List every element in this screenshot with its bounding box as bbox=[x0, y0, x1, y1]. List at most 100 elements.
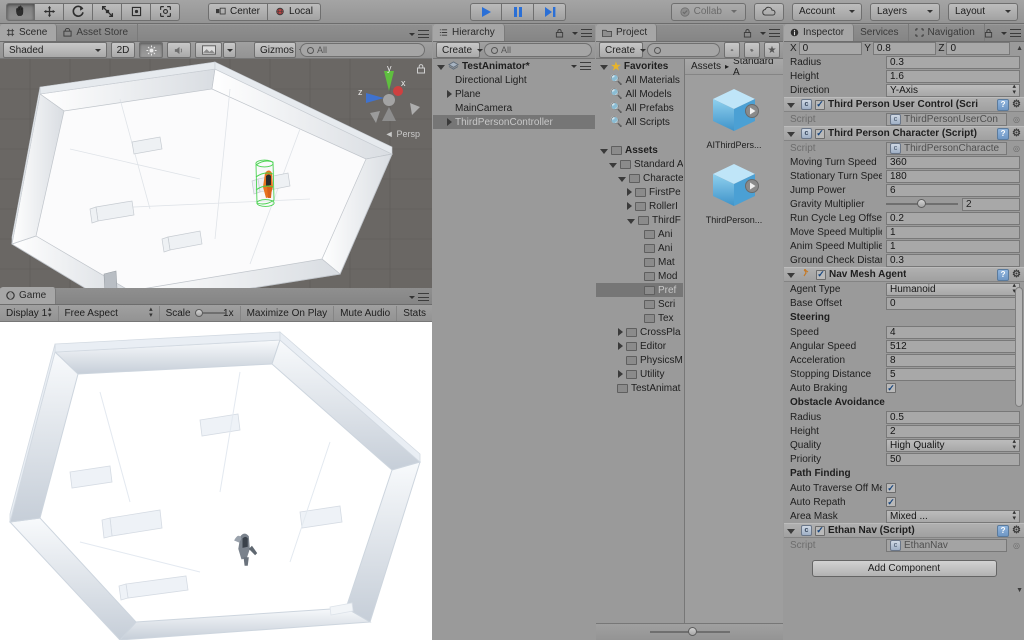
scroll-down-arrow-icon[interactable]: ▼ bbox=[1016, 587, 1023, 594]
tab-services[interactable]: Services bbox=[854, 24, 909, 41]
field-row-jump-power[interactable]: Jump Power 6 bbox=[784, 183, 1024, 197]
hierarchy-create-button[interactable]: Create bbox=[436, 42, 484, 58]
pivot-mode-button[interactable]: Center bbox=[208, 2, 268, 21]
field-row-height[interactable]: Height 2 bbox=[784, 424, 1024, 438]
object-field[interactable]: c EthanNav bbox=[886, 538, 1008, 552]
asset-item[interactable]: AIThirdPers... bbox=[685, 85, 783, 150]
field-row-angular-speed[interactable]: Angular Speed 512 bbox=[784, 339, 1024, 353]
project-tree-item-pref[interactable]: Pref bbox=[596, 283, 683, 297]
maximize-on-play-toggle[interactable]: Maximize On Play bbox=[241, 305, 335, 321]
project-tree-item-tex[interactable]: Tex bbox=[596, 311, 683, 325]
field-row-area-mask[interactable]: Area Mask Mixed ... ▴ ▾ bbox=[784, 509, 1024, 523]
tab-project[interactable]: Project bbox=[596, 24, 658, 41]
z-field[interactable]: 0 bbox=[946, 42, 1010, 55]
text-field[interactable]: 2 bbox=[886, 424, 1020, 438]
field-row-speed[interactable]: Speed 4 bbox=[784, 325, 1024, 339]
project-tree-item-firstpe[interactable]: FirstPe bbox=[596, 185, 683, 199]
text-field[interactable]: 8 bbox=[886, 353, 1020, 367]
collapse-arrow-icon[interactable] bbox=[787, 103, 795, 108]
favorite-item-all-prefabs[interactable]: 🔍 All Prefabs bbox=[596, 101, 683, 115]
scene-lighting-toggle[interactable] bbox=[139, 42, 163, 58]
scene-panel-menu[interactable] bbox=[404, 30, 429, 38]
expand-arrow-icon[interactable] bbox=[627, 188, 632, 196]
project-tree-item-crosspla[interactable]: CrossPla bbox=[596, 325, 683, 339]
slider-knob[interactable] bbox=[687, 627, 697, 636]
favorite-item-all-scripts[interactable]: 🔍 All Scripts bbox=[596, 115, 683, 129]
project-tree-item-physicsm[interactable]: PhysicsM bbox=[596, 353, 683, 367]
checkbox[interactable] bbox=[886, 483, 896, 493]
collapse-arrow-icon[interactable] bbox=[787, 529, 795, 534]
tab-inspector[interactable]: Inspector bbox=[784, 24, 855, 41]
expand-arrow-icon[interactable] bbox=[437, 64, 445, 70]
expand-arrow-icon[interactable] bbox=[627, 218, 635, 224]
field-row-radius[interactable]: Radius 0.3 bbox=[784, 55, 1024, 69]
field-row-ground-check-distanc[interactable]: Ground Check Distanc 0.3 bbox=[784, 253, 1024, 267]
project-tree-item-ani[interactable]: Ani bbox=[596, 227, 683, 241]
y-field[interactable]: 0.8 bbox=[872, 42, 937, 55]
scene-fx-toggle[interactable] bbox=[195, 42, 222, 58]
text-field[interactable]: 180 bbox=[886, 169, 1020, 183]
help-icon[interactable]: ? bbox=[997, 524, 1010, 537]
layers-button[interactable]: Layers bbox=[870, 2, 940, 21]
project-tree-item-utility[interactable]: Utility bbox=[596, 367, 683, 381]
field-row-quality[interactable]: Quality High Quality ▴ ▾ bbox=[784, 438, 1024, 452]
project-tree-item-standard-as[interactable]: Standard As bbox=[596, 157, 683, 171]
tab-game[interactable]: Game bbox=[0, 287, 57, 304]
lock-icon[interactable] bbox=[555, 28, 564, 38]
assets-root-row[interactable]: Assets bbox=[596, 143, 683, 157]
field-row-auto-repath[interactable]: Auto Repath bbox=[784, 495, 1024, 509]
scene-audio-toggle[interactable] bbox=[167, 42, 191, 58]
draw-mode-dropdown[interactable]: Shaded bbox=[3, 42, 107, 58]
popup-field[interactable]: Mixed ... ▴ ▾ bbox=[886, 509, 1020, 523]
popup-field[interactable]: High Quality ▴ ▾ bbox=[886, 438, 1020, 452]
scroll-up-arrow-icon[interactable]: ▲ bbox=[1016, 45, 1023, 52]
component-enabled-checkbox[interactable] bbox=[816, 269, 826, 280]
pause-button[interactable] bbox=[502, 2, 534, 21]
text-field[interactable]: 0.5 bbox=[886, 410, 1020, 424]
text-field[interactable]: 4 bbox=[886, 325, 1020, 339]
text-field[interactable]: 50 bbox=[886, 452, 1020, 466]
asset-zoom-slider[interactable] bbox=[649, 627, 730, 636]
filter-by-type-button[interactable] bbox=[724, 42, 740, 58]
help-icon[interactable]: ? bbox=[997, 268, 1010, 281]
expand-arrow-icon[interactable] bbox=[447, 118, 452, 126]
text-field[interactable]: 5 bbox=[886, 367, 1020, 381]
field-row-priority[interactable]: Priority 50 bbox=[784, 452, 1024, 466]
field-row-script[interactable]: Script c ThirdPersonUserCon ◎ bbox=[784, 112, 1024, 126]
move-tool[interactable] bbox=[35, 2, 64, 21]
text-field[interactable]: 1 bbox=[886, 225, 1020, 239]
expand-arrow-icon[interactable] bbox=[618, 342, 623, 350]
favorites-star-button[interactable]: ★ bbox=[764, 42, 780, 58]
hierarchy-scene-row[interactable]: TestAnimator* bbox=[433, 59, 595, 73]
expand-arrow-icon[interactable] bbox=[618, 328, 623, 336]
field-row-run-cycle-leg-offset[interactable]: Run Cycle Leg Offset 0.2 bbox=[784, 211, 1024, 225]
add-component-button[interactable]: Add Component bbox=[811, 560, 997, 577]
scene-viewport[interactable]: y z x ◄ Persp bbox=[0, 59, 432, 312]
scale-track[interactable] bbox=[194, 308, 225, 318]
lock-icon[interactable] bbox=[984, 28, 993, 38]
space-mode-button[interactable]: Local bbox=[267, 2, 321, 21]
field-row-moving-turn-speed[interactable]: Moving Turn Speed 360 bbox=[784, 155, 1024, 169]
project-tree-item-scri[interactable]: Scri bbox=[596, 297, 683, 311]
collapse-arrow-icon[interactable] bbox=[787, 132, 795, 137]
text-field[interactable]: 0.3 bbox=[886, 253, 1020, 267]
center-xyz-row[interactable]: X 0 Y 0.8 Z 0 bbox=[784, 42, 1024, 55]
field-row-script[interactable]: Script c EthanNav ◎ bbox=[784, 538, 1024, 552]
text-field[interactable]: 1.6 bbox=[886, 69, 1020, 83]
project-tree-item-testanimat[interactable]: TestAnimat bbox=[596, 381, 683, 395]
hierarchy-tree[interactable]: TestAnimator* Directional Light Plane Main… bbox=[433, 59, 595, 640]
lock-icon[interactable] bbox=[743, 28, 752, 38]
component-header-third-person-character-script-[interactable]: cThird Person Character (Script)?⚙ bbox=[784, 126, 1024, 141]
expand-arrow-icon[interactable] bbox=[447, 90, 452, 98]
slider-value-field[interactable]: 2 bbox=[962, 197, 1020, 211]
field-row-anim-speed-multiplier[interactable]: Anim Speed Multiplier 1 bbox=[784, 239, 1024, 253]
toggle-2d-button[interactable]: 2D bbox=[111, 42, 135, 58]
field-row-stationary-turn-speed[interactable]: Stationary Turn Speed 180 bbox=[784, 169, 1024, 183]
hierarchy-item-thirdpersoncontroller[interactable]: ThirdPersonController bbox=[433, 115, 595, 129]
checkbox[interactable] bbox=[886, 383, 896, 393]
text-field[interactable]: 6 bbox=[886, 183, 1020, 197]
stats-toggle[interactable]: Stats bbox=[397, 306, 432, 321]
component-enabled-checkbox[interactable] bbox=[815, 525, 825, 536]
scene-lock-icon[interactable] bbox=[416, 63, 426, 77]
project-tree-item-editor[interactable]: Editor bbox=[596, 339, 683, 353]
